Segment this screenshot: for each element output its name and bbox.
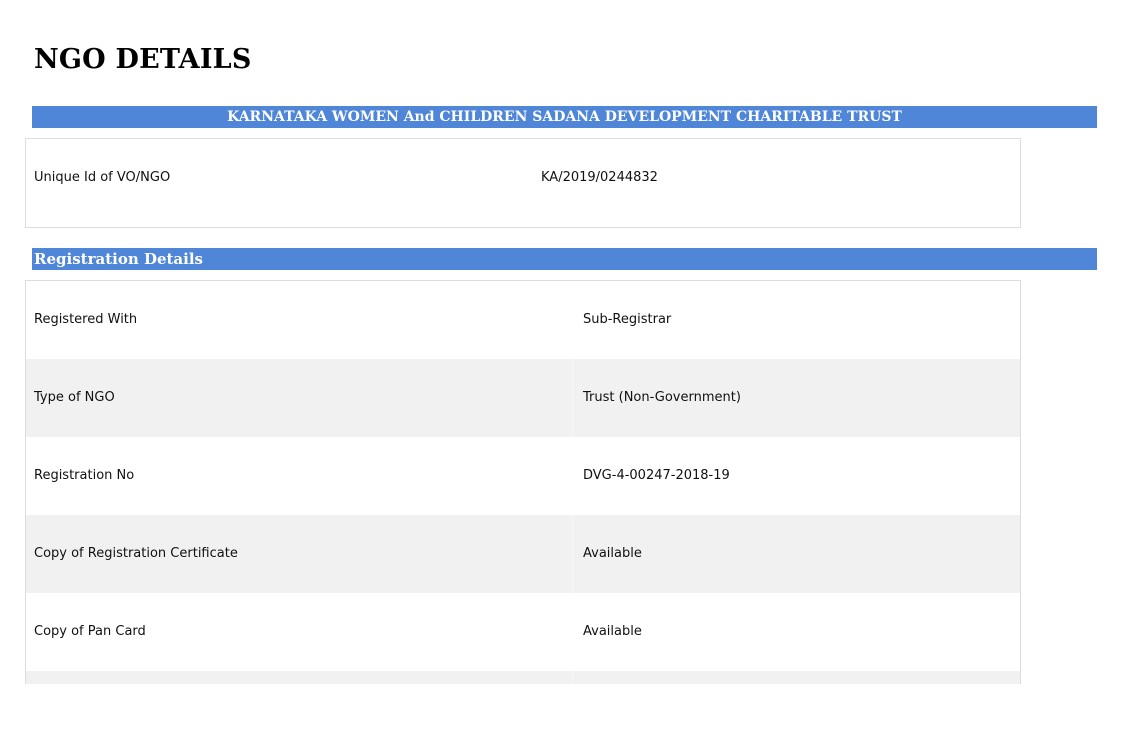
registration-details-table: Registered With Sub-Registrar Type of NG… xyxy=(25,280,1021,684)
organization-name-banner: KARNATAKA WOMEN And CHILDREN SADANA DEVE… xyxy=(32,106,1097,128)
unique-id-label: Unique Id of VO/NGO xyxy=(34,170,171,185)
table-row-partial xyxy=(26,671,1020,684)
table-row-pan-card: Copy of Pan Card Available xyxy=(26,593,1020,671)
column-divider xyxy=(572,671,573,684)
row-value: Sub-Registrar xyxy=(583,312,672,327)
row-value: Available xyxy=(583,546,642,561)
registration-details-header: Registration Details xyxy=(32,248,1097,270)
column-divider xyxy=(572,359,573,437)
table-row-registration-no: Registration No DVG-4-00247-2018-19 xyxy=(26,437,1020,515)
row-value: DVG-4-00247-2018-19 xyxy=(583,468,730,483)
column-divider xyxy=(572,515,573,593)
row-label: Registration No xyxy=(34,468,135,483)
row-label: Copy of Pan Card xyxy=(34,624,146,639)
unique-id-value: KA/2019/0244832 xyxy=(541,170,658,185)
row-value: Available xyxy=(583,624,642,639)
row-label: Type of NGO xyxy=(34,390,115,405)
unique-id-panel: Unique Id of VO/NGO KA/2019/0244832 xyxy=(25,138,1021,228)
table-row-registered-with: Registered With Sub-Registrar xyxy=(26,281,1020,359)
row-label: Copy of Registration Certificate xyxy=(34,546,238,561)
row-value: Trust (Non-Government) xyxy=(583,390,741,405)
table-row-registration-certificate: Copy of Registration Certificate Availab… xyxy=(26,515,1020,593)
table-row-type-of-ngo: Type of NGO Trust (Non-Government) xyxy=(26,359,1020,437)
row-label: Registered With xyxy=(34,312,138,327)
page-title: NGO DETAILS xyxy=(34,44,252,75)
